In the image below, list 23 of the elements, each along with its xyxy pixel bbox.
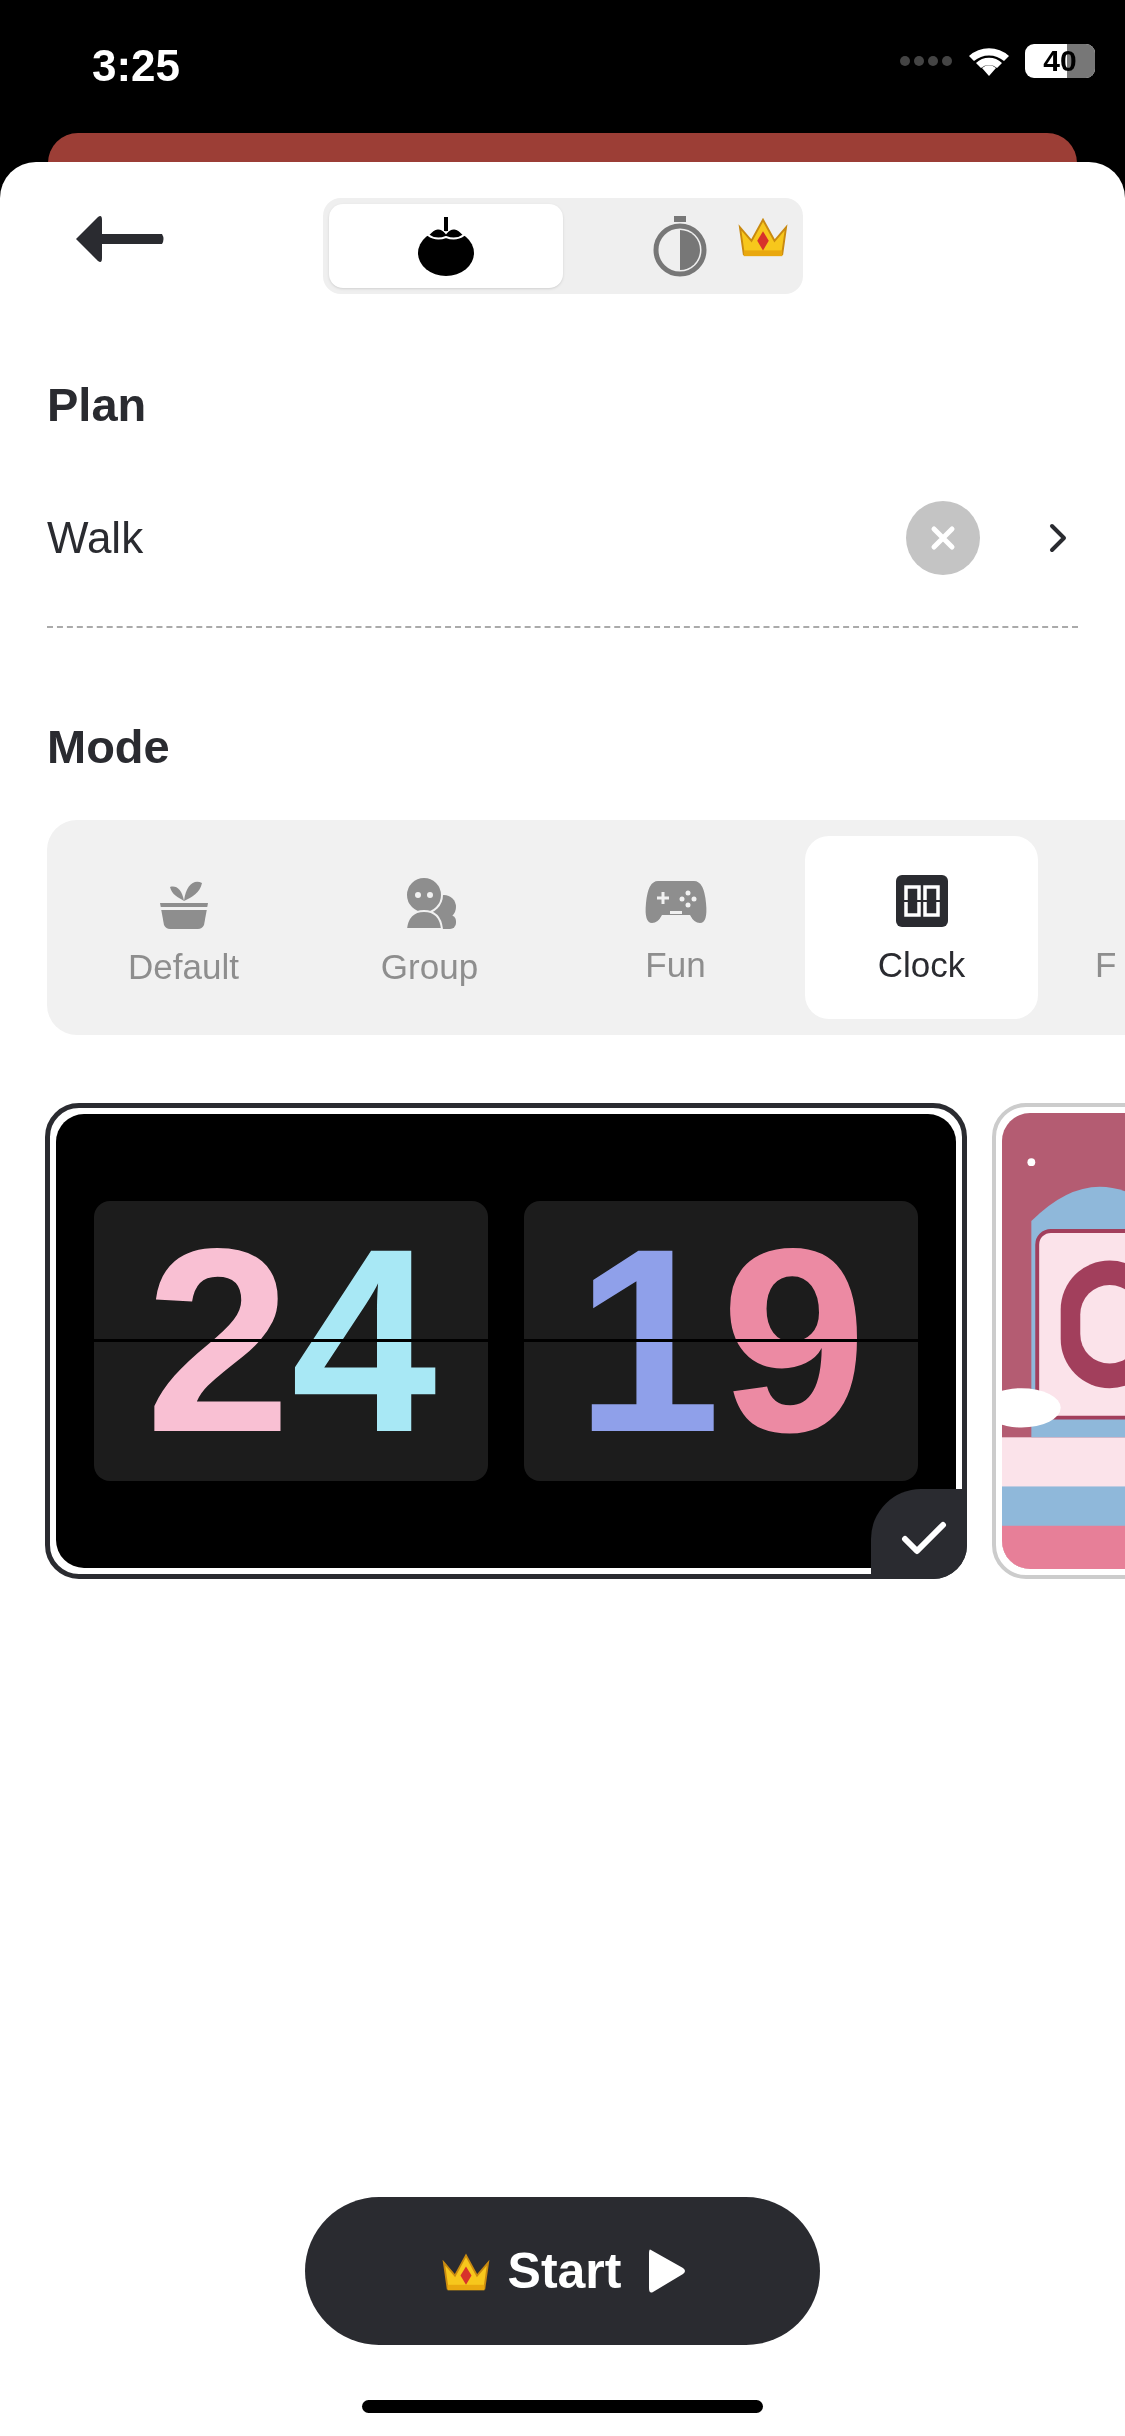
plan-heading: Plan (47, 381, 148, 428)
mangosteen-icon (416, 215, 476, 277)
chevron-right-icon[interactable] (1048, 522, 1068, 554)
mode-option[interactable]: Clock (805, 836, 1038, 1019)
start-button[interactable]: Start (305, 2197, 820, 2345)
mode-option[interactable]: F (1051, 836, 1125, 1019)
clock-digit: 4 (291, 1210, 437, 1472)
clock-style-card[interactable]: 24 19 (45, 1103, 967, 1579)
mode-option[interactable]: Group (313, 836, 546, 1019)
signal-icon (899, 55, 953, 67)
mode-option[interactable]: Default (67, 836, 300, 1019)
checkmark-icon (901, 1521, 947, 1557)
flip-clock-icon (893, 873, 950, 929)
status-time: 3:25 (92, 44, 181, 88)
close-icon (930, 525, 956, 551)
mode-heading: Mode (47, 723, 171, 770)
plan-value: Walk (47, 512, 145, 564)
battery-indicator: 40 (1025, 44, 1095, 78)
clock-digit: 1 (575, 1210, 721, 1472)
clock-digit: 9 (721, 1210, 867, 1472)
mode-option[interactable]: Fun (559, 836, 792, 1019)
mode-tab[interactable] (329, 204, 563, 288)
clock-digit: 2 (145, 1210, 291, 1472)
